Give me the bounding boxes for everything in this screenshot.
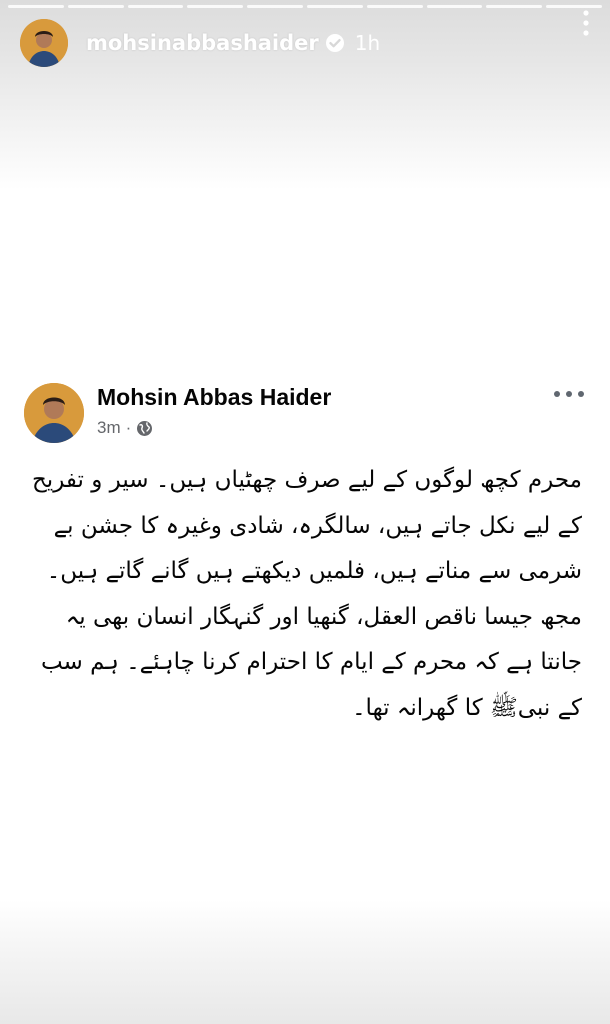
progress-segment xyxy=(127,5,184,8)
post-meta: 3m · xyxy=(97,418,153,438)
progress-segment xyxy=(67,5,124,8)
progress-segment xyxy=(426,5,483,8)
post-author-name[interactable]: Mohsin Abbas Haider xyxy=(97,384,331,411)
post-header: Mohsin Abbas Haider 3m · xyxy=(24,380,594,444)
story-header: mohsinabbashaider 1h xyxy=(20,18,590,68)
progress-segment xyxy=(8,5,64,8)
progress-segment xyxy=(306,5,363,8)
story-username[interactable]: mohsinabbashaider xyxy=(86,31,319,55)
avatar-portrait xyxy=(24,383,84,443)
verified-badge-icon xyxy=(325,33,345,53)
horizontal-dots-icon[interactable] xyxy=(552,386,586,402)
progress-segment xyxy=(366,5,423,8)
progress-segment xyxy=(486,5,543,8)
story-timestamp: 1h xyxy=(354,31,381,55)
meta-separator: · xyxy=(125,418,132,437)
globe-icon xyxy=(136,420,153,437)
post-author-avatar[interactable] xyxy=(24,383,84,443)
progress-segment xyxy=(247,5,303,8)
story-progress-bar xyxy=(8,5,602,8)
post-timestamp[interactable]: 3m xyxy=(97,418,121,438)
story-avatar[interactable] xyxy=(20,19,68,67)
post-text: محرم کچھ لوگوں کے لیے صرف چھٹیاں ہیں۔ سی… xyxy=(31,467,582,721)
progress-segment xyxy=(187,5,244,8)
vertical-dots-icon[interactable] xyxy=(576,8,596,38)
avatar-portrait xyxy=(20,19,68,67)
